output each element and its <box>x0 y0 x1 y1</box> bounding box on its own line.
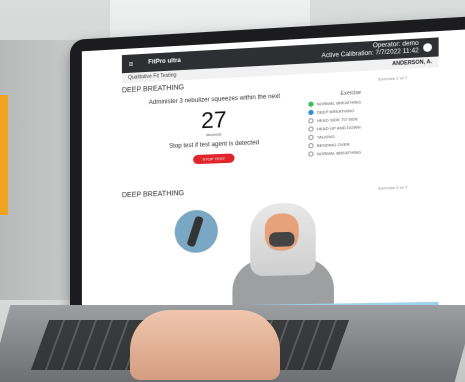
exercise-label: NORMAL BREATHING <box>316 149 362 157</box>
app-brand: FitPro ultra <box>148 57 181 66</box>
menu-icon[interactable]: ≡ <box>122 59 140 69</box>
exercise-item[interactable]: NORMAL BREATHING <box>308 147 425 157</box>
avatar-icon[interactable] <box>423 43 433 52</box>
exercise-heading: Exercise <box>340 89 362 98</box>
breadcrumb[interactable]: Qualitative Fit Testing <box>128 72 176 81</box>
pending-dot-icon <box>308 151 314 157</box>
section-title-1: DEEP BREATHING <box>121 84 185 95</box>
pending-dot-icon <box>308 126 314 132</box>
user-hand <box>130 310 280 380</box>
section2-exercise-link[interactable]: Exercise 2 of 7 <box>378 184 407 190</box>
section-title-2: DEEP BREATHING <box>121 190 185 200</box>
exercise-label: BENDING OVER <box>316 141 350 149</box>
exercise-label: TALKING <box>316 133 335 140</box>
pending-dot-icon <box>308 134 314 141</box>
exercise-label: HEAD UP AND DOWN <box>316 124 361 132</box>
background-lamp <box>0 95 8 215</box>
active-dot-icon <box>308 109 314 116</box>
exercise-label: NORMAL BREATHING <box>316 99 362 107</box>
stop-instruction: Stop test if test agent is detected <box>169 140 260 150</box>
pending-dot-icon <box>308 143 314 149</box>
exercise-label: HEAD SIDE TO SIDE <box>316 116 359 124</box>
laptop-lid: ≡ FitPro ultra Operator: demo Active Cal… <box>70 15 465 341</box>
subject-name: ANDERSON, A. <box>392 58 433 68</box>
respirator-mask-icon <box>269 231 295 247</box>
exercise-list: Exercise NORMAL BREATHING DEEP BREATHING… <box>308 87 425 160</box>
check-icon <box>308 101 314 107</box>
section1-exercise-link[interactable]: Exercise 2 of 7 <box>378 75 407 82</box>
laptop-screen: ≡ FitPro ultra Operator: demo Active Cal… <box>81 29 465 324</box>
stop-test-button[interactable]: STOP TEST <box>193 153 235 165</box>
exercise-label: DEEP BREATHING <box>316 107 355 115</box>
pending-dot-icon <box>308 118 314 124</box>
photo-scene: ≡ FitPro ultra Operator: demo Active Cal… <box>0 0 465 382</box>
